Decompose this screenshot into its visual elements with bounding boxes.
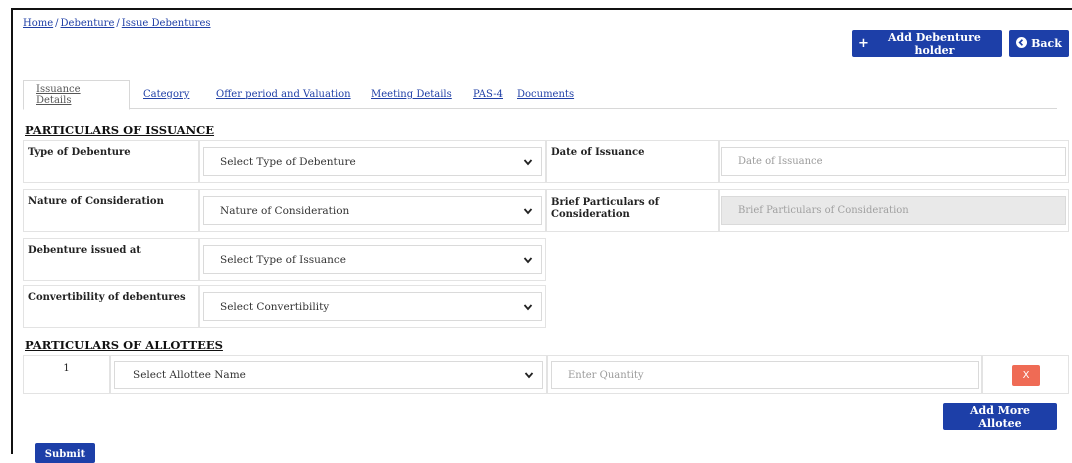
plus-icon: +: [858, 35, 869, 51]
date-of-issuance-input[interactable]: Date of Issuance: [721, 147, 1066, 176]
type-of-debenture-label-cell: Type of Debenture: [23, 140, 199, 183]
chevron-down-icon: [523, 207, 533, 214]
tab-documents[interactable]: Documents: [505, 80, 586, 109]
brief-particulars-field-cell: Brief Particulars of Consideration: [719, 189, 1069, 232]
tab-offer-period-valuation[interactable]: Offer period and Valuation: [204, 80, 363, 109]
nature-of-consideration-select[interactable]: Nature of Consideration: [203, 196, 542, 225]
add-debenture-holder-label: Add Debenture holder: [888, 30, 981, 57]
tab-meeting-details[interactable]: Meeting Details: [359, 80, 464, 109]
breadcrumb-separator: /: [55, 18, 59, 29]
allottee-index: 1: [63, 363, 70, 374]
debenture-issued-at-label: Debenture issued at: [28, 245, 141, 256]
add-debenture-holder-button[interactable]: + Add Debenture holder: [852, 30, 1002, 57]
submit-button[interactable]: Submit: [35, 443, 95, 463]
chevron-down-icon: [523, 256, 533, 263]
breadcrumb-issue-debentures[interactable]: Issue Debentures: [122, 18, 211, 29]
brief-particulars-input[interactable]: Brief Particulars of Consideration: [721, 196, 1066, 225]
allottee-name-select[interactable]: Select Allottee Name: [114, 361, 543, 389]
debenture-issued-at-label-cell: Debenture issued at: [23, 238, 199, 281]
breadcrumb: Home / Debenture / Issue Debentures: [23, 18, 211, 29]
date-of-issuance-label-cell: Date of Issuance: [546, 140, 719, 183]
tab-issuance-details[interactable]: Issuance Details: [23, 80, 130, 110]
breadcrumb-separator: /: [116, 18, 120, 29]
type-of-debenture-field-cell: Select Type of Debenture: [199, 140, 546, 183]
issuance-section-title: PARTICULARS OF ISSUANCE: [25, 123, 215, 137]
allottee-quantity-input[interactable]: Enter Quantity: [551, 361, 979, 389]
add-more-allotee-button[interactable]: Add More Allotee: [943, 403, 1057, 430]
brief-particulars-label: Brief Particulars of Consideration: [551, 197, 660, 220]
back-circle-icon: [1016, 36, 1028, 51]
debenture-issued-at-field-cell: Select Type of Issuance: [199, 238, 546, 281]
remove-allottee-button[interactable]: X: [1012, 365, 1040, 386]
tab-bar: Issuance Details Category Offer period a…: [23, 80, 1057, 110]
chevron-down-icon: [523, 158, 533, 165]
back-button[interactable]: Back: [1009, 30, 1069, 57]
allottee-quantity-cell: Enter Quantity: [547, 355, 982, 394]
brief-particulars-label-cell: Brief Particulars of Consideration: [546, 189, 719, 232]
allottees-section-title: PARTICULARS OF ALLOTTEES: [25, 338, 223, 352]
breadcrumb-debenture[interactable]: Debenture: [61, 18, 115, 29]
type-of-debenture-label: Type of Debenture: [28, 147, 131, 158]
date-of-issuance-field-cell: Date of Issuance: [719, 140, 1069, 183]
debenture-issued-at-select[interactable]: Select Type of Issuance: [203, 245, 542, 274]
date-of-issuance-label: Date of Issuance: [551, 147, 645, 158]
convertibility-field-cell: Select Convertibility: [199, 285, 546, 328]
nature-of-consideration-label: Nature of Consideration: [28, 196, 164, 207]
convertibility-value: Select Convertibility: [220, 300, 330, 313]
type-of-debenture-value: Select Type of Debenture: [220, 155, 356, 168]
chevron-down-icon: [523, 303, 533, 310]
tab-category[interactable]: Category: [131, 80, 201, 109]
allottee-index-cell: 1: [23, 355, 110, 394]
back-label: Back: [1031, 37, 1062, 50]
convertibility-label-cell: Convertibility of debentures: [23, 285, 199, 328]
type-of-debenture-select[interactable]: Select Type of Debenture: [203, 147, 542, 176]
convertibility-label: Convertibility of debentures: [28, 292, 186, 303]
debenture-issued-at-value: Select Type of Issuance: [220, 253, 346, 266]
nature-of-consideration-field-cell: Nature of Consideration: [199, 189, 546, 232]
allottee-name-value: Select Allottee Name: [133, 369, 246, 381]
chevron-down-icon: [524, 372, 534, 379]
nature-of-consideration-label-cell: Nature of Consideration: [23, 189, 199, 232]
allottee-name-cell: Select Allottee Name: [110, 355, 547, 394]
breadcrumb-home[interactable]: Home: [23, 18, 53, 29]
convertibility-select[interactable]: Select Convertibility: [203, 292, 542, 321]
nature-of-consideration-value: Nature of Consideration: [220, 204, 350, 217]
